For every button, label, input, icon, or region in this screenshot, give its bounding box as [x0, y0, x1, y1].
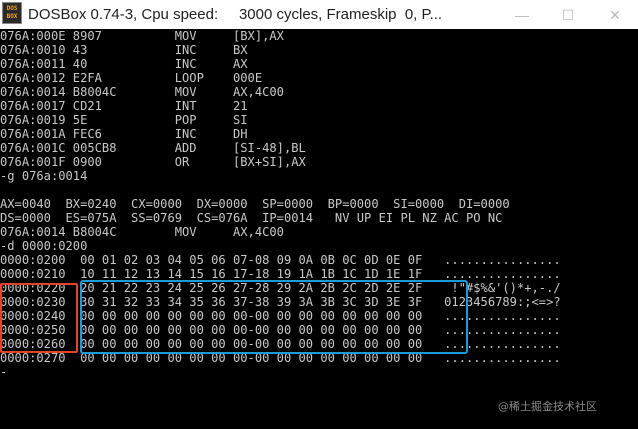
dos-console[interactable]: 076A:000E 8907 MOV [BX],AX 076A:0010 43 I…	[0, 29, 638, 429]
console-line: 076A:0012 E2FA LOOP 000E	[0, 71, 263, 85]
console-line: 076A:0014 B8004C MOV AX,4C00	[0, 225, 284, 239]
console-line: -d 0000:0200	[0, 239, 88, 253]
console-line: 076A:001C 005CB8 ADD [SI-48],BL	[0, 141, 306, 155]
dosbox-window: DOS BOX DOSBox 0.74-3, Cpu speed: 3000 c…	[0, 0, 638, 429]
console-line: -g 076a:0014	[0, 169, 88, 183]
bytes-highlight-box	[80, 280, 468, 354]
maximize-button[interactable]: ☐	[545, 0, 591, 30]
console-line: 076A:001A FEC6 INC DH	[0, 127, 248, 141]
console-line: DS=0000 ES=075A SS=0769 CS=076A IP=0014 …	[0, 211, 503, 225]
minimize-button[interactable]: —	[499, 0, 545, 30]
console-line: 076A:0011 40 INC AX	[0, 57, 248, 71]
address-highlight-box	[0, 283, 78, 353]
console-line: 076A:001F 0900 OR [BX+SI],AX	[0, 155, 306, 169]
console-line: 076A:0010 43 INC BX	[0, 43, 248, 57]
watermark: @稀土掘金技术社区	[498, 400, 597, 413]
console-line: 076A:0014 B8004C MOV AX,4C00	[0, 85, 284, 99]
console-line: 076A:000E 8907 MOV [BX],AX	[0, 29, 284, 43]
console-line: 0000:0210 10 11 12 13 14 15 16 17-18 19 …	[0, 267, 561, 281]
console-line: 0000:0200 00 01 02 03 04 05 06 07-08 09 …	[0, 253, 561, 267]
close-button[interactable]: ✕	[592, 0, 638, 30]
dosbox-icon[interactable]: DOS BOX	[2, 2, 22, 24]
console-line: 076A:0017 CD21 INT 21	[0, 99, 248, 113]
console-line: AX=0040 BX=0240 CX=0000 DX=0000 SP=0000 …	[0, 197, 510, 211]
window-title: DOSBox 0.74-3, Cpu speed: 3000 cycles, F…	[28, 6, 443, 23]
console-line: -	[0, 365, 8, 379]
title-bar[interactable]: DOS BOX DOSBox 0.74-3, Cpu speed: 3000 c…	[0, 0, 638, 30]
console-line: 076A:0019 5E POP SI	[0, 113, 248, 127]
